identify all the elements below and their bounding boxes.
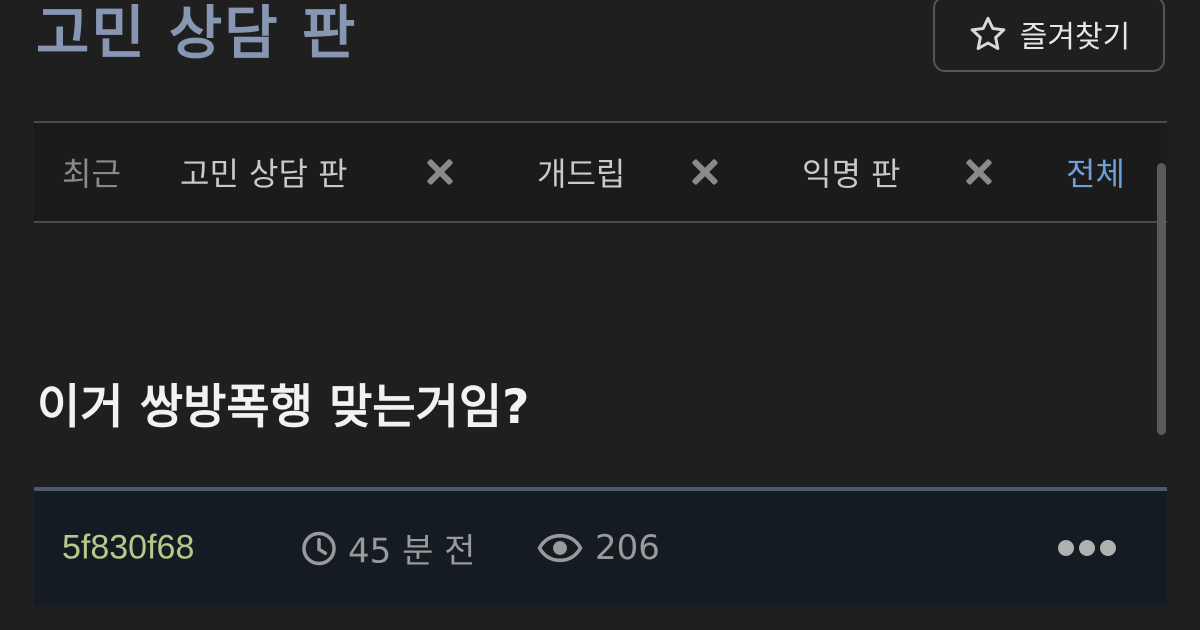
recent-boards-bar: 최근 고민 상담 판 개드립 익명 판 전체 — [34, 121, 1167, 223]
post-time-text: 45 분 전 — [348, 531, 476, 572]
board-title: 고민 상담 판 — [36, 0, 358, 67]
scrollbar[interactable] — [1157, 163, 1166, 435]
more-dot — [1079, 540, 1095, 556]
favorite-button[interactable]: 즐겨찾기 — [933, 0, 1165, 72]
post-time: 45 분 전 — [300, 524, 475, 573]
post-meta-bar: 5f830f68 45 분 전 206 — [34, 487, 1167, 605]
favorite-button-label: 즐겨찾기 — [1019, 20, 1131, 55]
recent-tab-humor[interactable]: 개드립 — [537, 149, 625, 195]
recent-tab-concern[interactable]: 고민 상담 판 — [180, 149, 348, 195]
more-dot — [1100, 540, 1116, 556]
more-horizontal-icon[interactable] — [1058, 540, 1116, 556]
all-boards-link[interactable]: 전체 — [1066, 149, 1125, 195]
recent-tab-anonymous[interactable]: 익명 판 — [802, 149, 901, 195]
post-views-count: 206 — [595, 528, 660, 568]
close-icon[interactable] — [689, 156, 721, 188]
star-outline-icon — [970, 16, 1006, 50]
clock-icon — [302, 531, 336, 565]
more-dot — [1058, 540, 1074, 556]
post-title: 이거 쌍방폭행 맞는거임? — [37, 380, 530, 435]
eye-icon — [537, 533, 583, 563]
close-icon[interactable] — [963, 156, 995, 188]
close-icon[interactable] — [424, 156, 456, 188]
post-author[interactable]: 5f830f68 — [62, 529, 194, 568]
post-views: 206 — [537, 528, 660, 568]
recent-label: 최근 — [62, 155, 121, 193]
